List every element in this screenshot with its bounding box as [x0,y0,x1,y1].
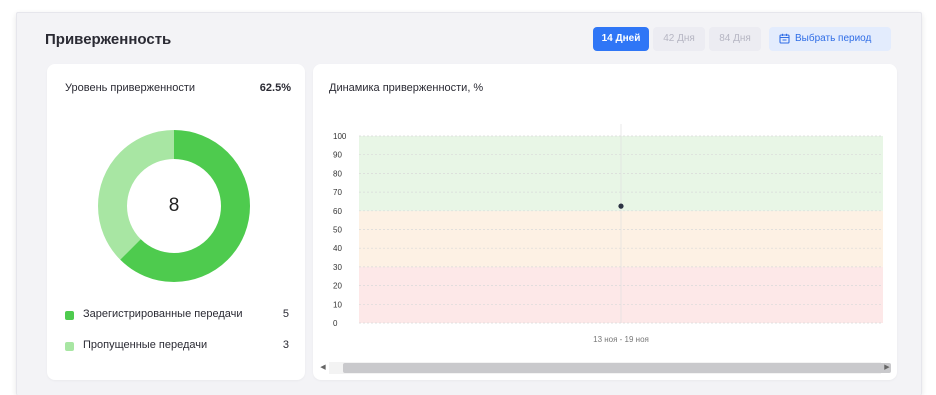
y-tick-label: 100 [333,132,347,141]
y-tick-label: 40 [333,244,342,253]
scroll-left-icon[interactable]: ◀ [317,362,329,374]
legend-swatch-missed [65,342,74,351]
y-tick-label: 20 [333,282,342,291]
y-tick-label: 30 [333,263,342,272]
legend-item-registered: Зарегистрированные передачи 5 [65,308,289,324]
y-tick-label: 60 [333,207,342,216]
select-period-label: Выбрать период [795,33,872,44]
adherence-level-label: Уровень приверженности [65,82,196,94]
select-period-button[interactable]: Выбрать период [769,27,891,51]
range-84-days-button[interactable]: 84 Дня [709,27,761,51]
range-42-days-button[interactable]: 42 Дня [653,27,705,51]
adherence-card: Уровень приверженности 62.5% 8 Зарегистр… [47,64,305,380]
y-tick-label: 0 [333,319,338,328]
range-14-days-button[interactable]: 14 Дней [593,27,649,51]
y-tick-label: 70 [333,188,342,197]
y-tick-label: 50 [333,226,342,235]
legend-label-missed: Пропущенные передачи [83,339,208,351]
legend-swatch-registered [65,311,74,320]
y-tick-label: 80 [333,169,342,178]
legend-item-missed: Пропущенные передачи 3 [65,339,289,355]
y-tick-label: 10 [333,300,342,309]
dynamics-card: Динамика приверженности, % 0 10 20 30 40 50 60… [313,64,897,380]
legend-count-missed: 3 [282,339,289,351]
scroll-thumb[interactable] [343,363,891,373]
donut-center-value: 8 [168,195,180,216]
y-tick-label: 90 [333,151,342,160]
legend-count-registered: 5 [282,308,289,320]
scroll-track[interactable] [329,362,891,374]
adherence-percent: 62.5% [259,82,291,94]
panel-title: Приверженность [45,31,172,48]
adherence-donut: 8 [98,130,250,282]
adherence-panel: Приверженность 14 Дней 42 Дня 84 Дня Выб… [16,12,922,395]
scroll-right-icon[interactable]: ▶ [881,362,893,374]
x-tick-label: 13 ноя - 19 ноя [593,335,649,344]
legend-label-registered: Зарегистрированные передачи [83,308,243,320]
data-point[interactable] [618,203,624,209]
dynamics-chart: 0 10 20 30 40 50 60 70 80 90 100 13 ноя - 19 ноя [333,124,883,344]
chart-scrollbar[interactable]: ◀ ▶ [317,362,893,374]
calendar-icon [779,33,790,44]
